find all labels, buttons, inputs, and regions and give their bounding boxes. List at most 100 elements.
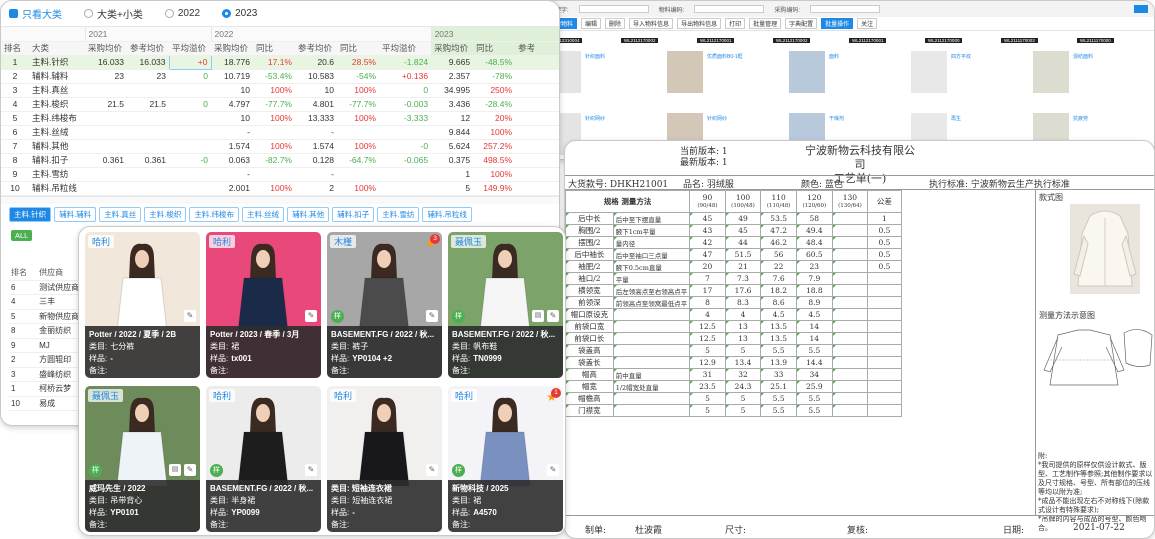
material-name: 干燥剂 (829, 116, 845, 122)
column-header[interactable]: 同比 (473, 41, 516, 56)
column-header[interactable]: 同比 (337, 41, 379, 56)
material-code-cell[interactable]: WL2111170003 (1001, 33, 1075, 43)
column-header[interactable]: 平均溢价 (379, 41, 432, 56)
size-value: 4 (724, 308, 762, 321)
category-tab[interactable]: 辅料.辅料 (54, 206, 97, 222)
all-button[interactable]: ALL (11, 229, 33, 241)
column-header[interactable]: 平均溢价 (169, 41, 211, 56)
table-cell: 2.357 (431, 69, 474, 84)
style-card[interactable]: 哈利样 ✎ BASEMENT.FG / 2022 / 秋... 类目: 半身裙 样品: YP… (206, 386, 321, 532)
material-item[interactable]: 混纺面料 (1033, 51, 1148, 103)
style-card[interactable]: 哈利 ✎ 类目: 短袖连衣裙 类目: 短袖连衣裙 样品: - 备注: (327, 386, 442, 532)
part-name: 门襟宽 (565, 404, 614, 417)
tolerance-value (867, 404, 902, 417)
category-tab[interactable]: 辅料.吊粒线 (422, 206, 472, 222)
material-code-cell[interactable]: WL2112170002 (621, 33, 695, 43)
material-code-input[interactable] (694, 5, 765, 13)
material-item[interactable]: 四方平纹 (911, 51, 1026, 103)
purchase-code-input[interactable] (810, 5, 881, 13)
edit-icon[interactable]: ✎ (184, 310, 196, 322)
category-tab[interactable]: 主料.纬梭布 (189, 206, 239, 222)
material-code-cell[interactable]: WL2111170000 (1077, 33, 1151, 43)
table-row[interactable]: 8 辅料.扣子 0.361 0.361 -0 0.063 -82.7% 0.128 -64.7%… (1, 153, 559, 168)
table-cell[interactable]: +0 (168, 54, 212, 70)
edit-icon[interactable]: ✎ (305, 464, 317, 476)
category-tab[interactable]: 辅料.其他 (287, 206, 330, 222)
material-item[interactable]: 面料 (789, 51, 904, 103)
style-card[interactable]: 聂佩玉样 ▤ ✎ BASEMENT.FG / 2022 / 秋... 类目: 帆布鞋 样品:… (448, 232, 563, 378)
edit-button[interactable]: 编辑 (581, 18, 602, 29)
edit-icon[interactable]: ✎ (305, 310, 317, 322)
edit-icon[interactable]: ✎ (547, 310, 559, 322)
column-header[interactable]: 参考均价 (127, 41, 169, 56)
category-tab[interactable]: 主料.丝绒 (241, 206, 285, 222)
material-item[interactable]: 优质面料B0-1框 (667, 51, 782, 103)
major-minor-radio[interactable]: 大类+小类 (84, 6, 143, 21)
style-card[interactable]: 哈利 ✎ Potter / 2022 / 夏季 / 2B 类目: 七分裤 样品: - 备注: (85, 232, 200, 378)
category-tab[interactable]: 主料.针织 (9, 206, 52, 222)
category-tab[interactable]: 辅料.扣子 (332, 206, 375, 222)
delete-button[interactable]: 删除 (605, 18, 626, 29)
column-header[interactable]: 参考 (515, 41, 559, 56)
column-header[interactable]: 采购均价 (431, 41, 474, 56)
style-card[interactable]: 哈利 ✎ Potter / 2023 / 春季 / 3月 类目: 裙样品: tx001 备注… (206, 232, 321, 378)
table-cell: - (211, 125, 253, 140)
material-code-cell[interactable]: WL2112170001 (697, 33, 771, 43)
batch-operation-button[interactable]: 批量操作 (821, 18, 854, 29)
only-major-checkbox[interactable]: 只看大类 (9, 6, 62, 21)
material-code-cell[interactable]: WL2112170000 (925, 33, 999, 43)
table-row[interactable]: 9 主料.雪纺 - - 1 100% (1, 167, 559, 182)
table-row[interactable]: 4 主料.梭织 21.5 21.5 0 4.797 -77.7% 4.801 -77.7% -0.… (1, 97, 559, 112)
table-cell: 辅料.辅料 (29, 69, 85, 84)
tolerance-value (867, 320, 902, 333)
table-row[interactable]: 10 辅料.吊粒线 2.001 100% 2 100% 5 149.9% (1, 181, 559, 196)
tolerance-value: 0.5 (867, 248, 902, 261)
style-card[interactable]: 哈利 ★ 1 样 ✎ 新物科技 / 2025 类目: 裙样品: A4570 备注: (448, 386, 563, 532)
table-cell (85, 83, 127, 98)
column-header[interactable]: 同比 (253, 41, 295, 56)
table-row[interactable]: 1 主料.针织 16.033 16.033 +0 18.776 17.1% 20.6 28.5%… (1, 54, 559, 70)
table-row[interactable]: 5 主料.纬梭布 10 100% 13.333 100% -3.333 12 20% (1, 111, 559, 126)
edit-icon[interactable]: ✎ (426, 310, 438, 322)
gallery-icon[interactable]: ▤ (169, 464, 181, 476)
column-header[interactable]: 排名 (1, 41, 29, 56)
edit-icon[interactable]: ✎ (184, 464, 196, 476)
table-cell: 100% (337, 139, 379, 154)
table-row[interactable]: 2 辅料.辅料 23 23 0 10.719 -53.4% 10.583 -54% +0.136 2… (1, 69, 559, 84)
table-row[interactable]: 7 辅料.其他 1.574 100% 1.574 100% -0 5.624 257.2% (1, 139, 559, 154)
year-2022-radio[interactable]: 2022 (164, 8, 200, 19)
batch-manage-button[interactable]: 批量管理 (749, 18, 782, 29)
material-thumbnail (1033, 51, 1069, 93)
card-sample: 样品: YP0104 +2 (331, 354, 393, 363)
edit-icon[interactable]: ✎ (426, 464, 438, 476)
material-item[interactable]: 针织面料 (545, 51, 660, 103)
table-row[interactable]: 6 主料.丝绒 - - 9.844 100% (1, 125, 559, 140)
table-row[interactable]: 3 主料.真丝 10 100% 10 100% 0 34.995 250% (1, 83, 559, 98)
size-value: 5 (689, 404, 726, 417)
keyword-input[interactable] (578, 5, 649, 13)
category-tab[interactable]: 主料.真丝 (99, 206, 142, 222)
material-code-cell[interactable]: WL2112170002 (773, 33, 847, 43)
dictionary-button[interactable]: 字典配置 (785, 18, 818, 29)
export-button[interactable]: 导出物料信息 (677, 18, 722, 29)
category-tab[interactable]: 主料.雪纺 (377, 206, 420, 222)
follow-button[interactable]: 关注 (857, 18, 878, 29)
column-header[interactable]: 参考均价 (295, 41, 337, 56)
column-header[interactable]: 大类 (29, 41, 85, 56)
column-header[interactable]: 采购均价 (211, 41, 253, 56)
card-category: 类目: 吊带背心 (89, 496, 143, 505)
category-tab[interactable]: 主料.梭织 (144, 206, 187, 222)
gallery-icon[interactable]: ▤ (532, 310, 544, 322)
year-2021-header: 2021 (85, 27, 212, 42)
table-cell (169, 181, 211, 196)
edit-icon[interactable]: ✎ (547, 464, 559, 476)
import-button[interactable]: 导入物料信息 (629, 18, 674, 29)
style-card[interactable]: 木槿 ★ 3 样 ✎ BASEMENT.FG / 2022 / 秋... 类目: 裤子 样品: Y… (327, 232, 442, 378)
column-header[interactable]: 采购均价 (85, 41, 127, 56)
search-button[interactable] (1134, 5, 1148, 13)
style-card[interactable]: 聂佩玉样 ▤ ✎ 威玛先生 / 2022 类目: 吊带背心 样品: YP0101 备注: (85, 386, 200, 532)
year-2023-radio[interactable]: 2023 (222, 8, 257, 19)
print-button[interactable]: 打印 (725, 18, 746, 29)
material-code-cell[interactable]: WL2112170001 (849, 33, 923, 43)
size-value: 32 (724, 368, 762, 381)
